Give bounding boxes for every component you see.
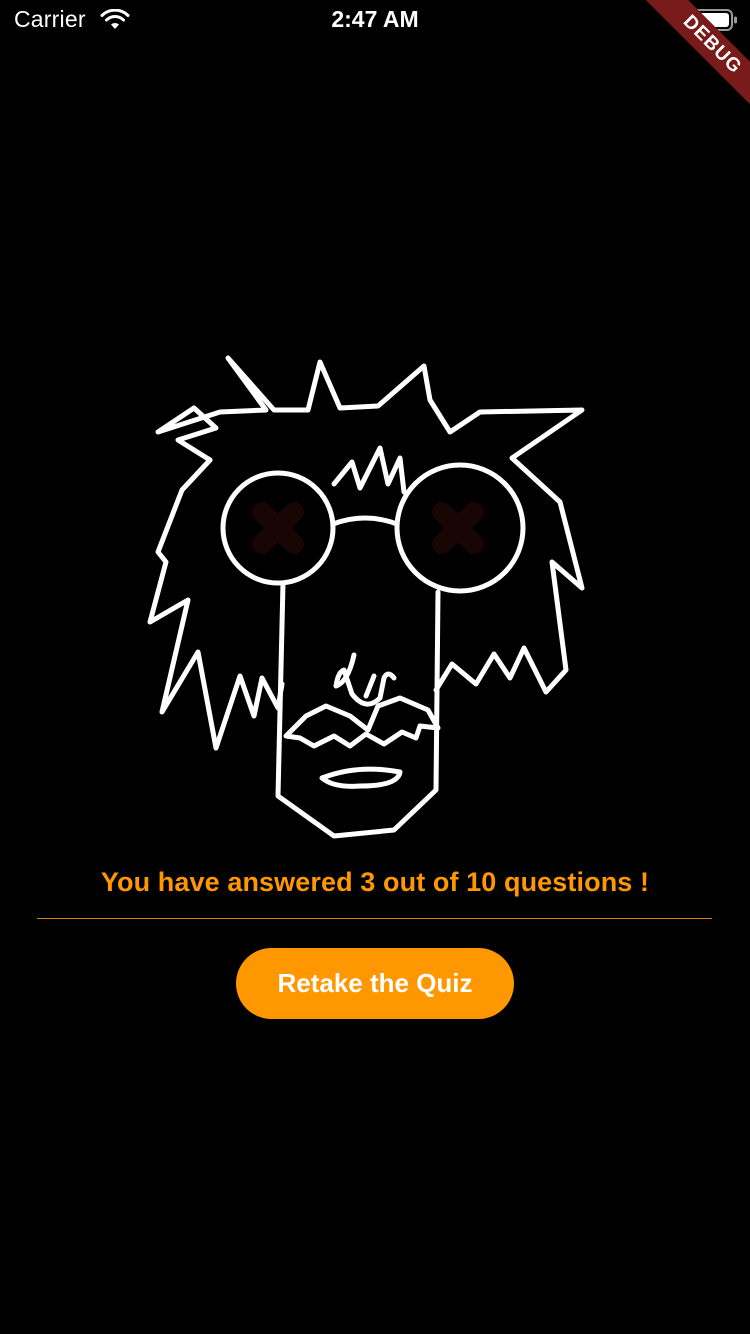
result-message: You have answered 3 out of 10 questions … — [100, 867, 650, 897]
debug-banner: DEBUG — [620, 0, 750, 130]
divider — [37, 918, 712, 919]
retake-quiz-button[interactable]: Retake the Quiz — [236, 948, 514, 1019]
debug-banner-label: DEBUG — [637, 0, 750, 120]
crazy-scientist-face-icon — [147, 355, 585, 839]
